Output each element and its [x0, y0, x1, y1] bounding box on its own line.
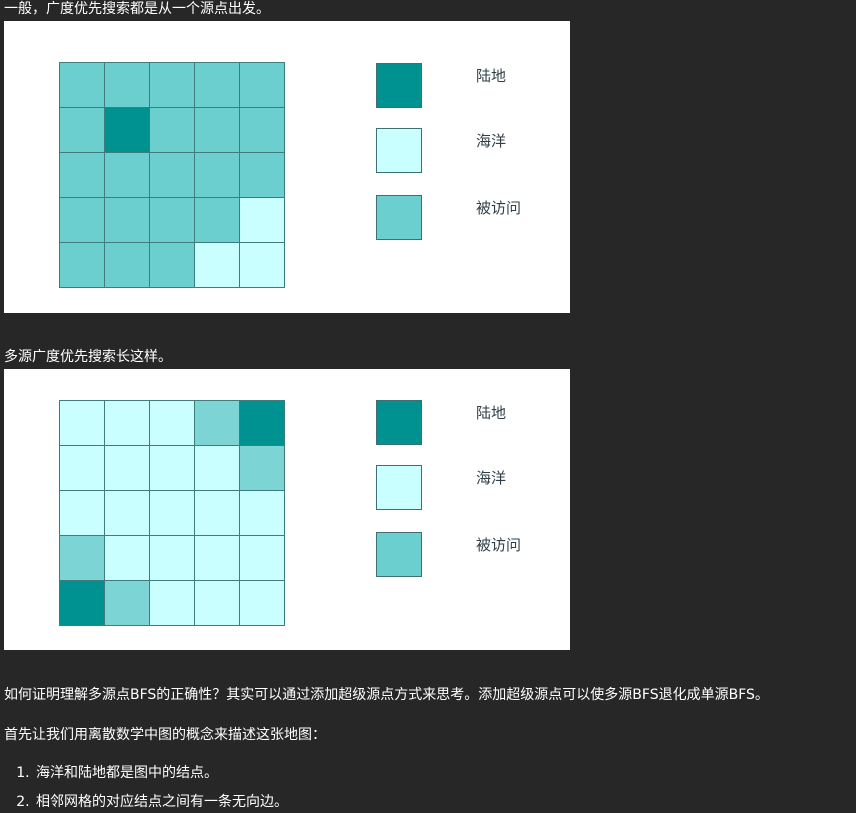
grid-cell-ocean: [105, 536, 150, 581]
grid-cell-visited: [60, 108, 105, 153]
legend-land-swatch: [376, 63, 422, 108]
legend-land-label: 陆地: [476, 67, 507, 85]
intro-paragraph: 一般，广度优先搜索都是从一个源点出发。: [4, 1, 270, 17]
grid-cell-visited-light: [240, 446, 285, 491]
grid-cell-ocean: [150, 536, 195, 581]
grid-cell-ocean: [150, 401, 195, 446]
grid-cell-visited: [60, 63, 105, 108]
proof-question-paragraph: 如何证明理解多源点BFS的正确性？其实可以通过添加超级源点方式来思考。添加超级源…: [4, 687, 769, 703]
legend-ocean-label: 海洋: [476, 469, 507, 487]
grid-cell-ocean: [240, 536, 285, 581]
grid-cell-ocean: [240, 491, 285, 536]
grid-cell-land: [240, 401, 285, 446]
legend-visited-swatch: [376, 195, 422, 240]
grid-cell-visited: [195, 198, 240, 243]
grid-cell-visited-light: [105, 581, 150, 626]
single-source-bfs-figure: 陆地 海洋 被访问: [4, 21, 570, 313]
grid-cell-visited: [150, 108, 195, 153]
grid-cell-ocean: [105, 491, 150, 536]
grid-cell-visited: [150, 243, 195, 288]
grid-cell-visited: [240, 153, 285, 198]
grid-cell-ocean: [150, 581, 195, 626]
grid-cell-visited: [60, 243, 105, 288]
grid-cell-ocean: [240, 581, 285, 626]
grid-cell-ocean: [240, 243, 285, 288]
multi-source-paragraph: 多源广度优先搜索长这样。: [4, 349, 172, 365]
grid-cell-ocean: [195, 491, 240, 536]
grid-cell-visited: [105, 153, 150, 198]
grid-cell-visited: [150, 198, 195, 243]
legend-visited-label: 被访问: [476, 199, 522, 217]
list-item: 海洋和陆地都是图中的结点。: [34, 764, 288, 782]
grid-cell-ocean: [195, 536, 240, 581]
grid-cell-visited: [105, 198, 150, 243]
grid-cell-land: [105, 108, 150, 153]
graph-intro-paragraph: 首先让我们用离散数学中图的概念来描述这张地图：: [4, 727, 326, 743]
grid-cell-visited: [60, 198, 105, 243]
grid-cell-ocean: [105, 446, 150, 491]
grid-cell-visited: [195, 153, 240, 198]
grid-cell-visited-light: [195, 401, 240, 446]
grid-cell-ocean: [60, 401, 105, 446]
grid-cell-land: [60, 581, 105, 626]
grid-cell-visited: [195, 108, 240, 153]
grid-cell-visited: [150, 63, 195, 108]
legend-visited-swatch: [376, 532, 422, 577]
legend-ocean-swatch: [376, 128, 422, 173]
single-source-grid: [59, 62, 285, 288]
grid-cell-ocean: [150, 446, 195, 491]
grid-cell-ocean: [60, 446, 105, 491]
legend-ocean-swatch: [376, 465, 422, 510]
grid-cell-ocean: [195, 446, 240, 491]
grid-cell-ocean: [150, 491, 195, 536]
legend-ocean-label: 海洋: [476, 132, 507, 150]
legend-land-label: 陆地: [476, 404, 507, 422]
multi-source-bfs-figure: 陆地 海洋 被访问: [4, 369, 570, 650]
grid-cell-visited: [60, 153, 105, 198]
grid-cell-ocean: [240, 198, 285, 243]
list-item: 相邻网格的对应结点之间有一条无向边。: [34, 793, 288, 811]
grid-cell-visited: [150, 153, 195, 198]
grid-cell-ocean: [60, 491, 105, 536]
grid-cell-visited: [195, 63, 240, 108]
multi-source-grid: [59, 400, 285, 626]
legend-land-swatch: [376, 400, 422, 445]
graph-definition-list: 海洋和陆地都是图中的结点。 相邻网格的对应结点之间有一条无向边。: [4, 764, 288, 813]
grid-cell-visited: [240, 108, 285, 153]
grid-cell-visited: [105, 63, 150, 108]
grid-cell-ocean: [195, 581, 240, 626]
grid-cell-visited: [105, 243, 150, 288]
grid-cell-ocean: [195, 243, 240, 288]
legend-visited-label: 被访问: [476, 536, 522, 554]
grid-cell-ocean: [105, 401, 150, 446]
grid-cell-visited-light: [60, 536, 105, 581]
grid-cell-visited: [240, 63, 285, 108]
